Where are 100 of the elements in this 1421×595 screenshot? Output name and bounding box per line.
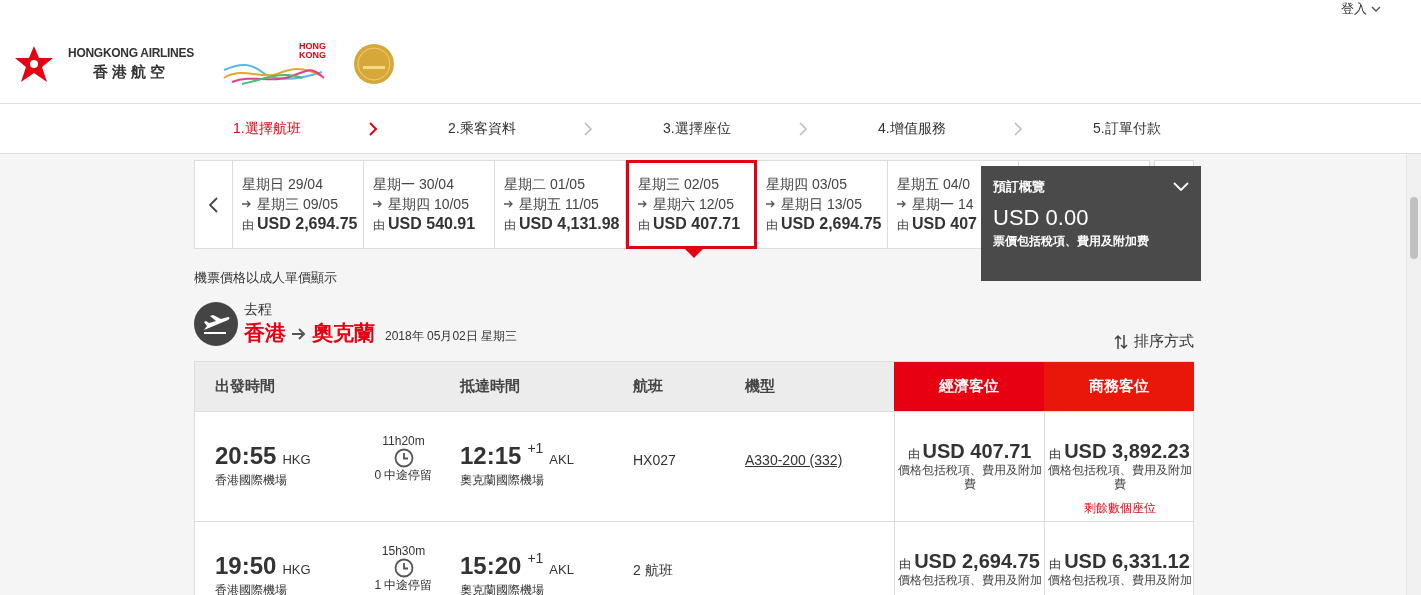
fare-note: 價格包括稅項、費用及附加 bbox=[897, 573, 1042, 587]
arrow-right-icon bbox=[242, 200, 252, 208]
from-label: 由 bbox=[373, 217, 385, 234]
from-label: 由 bbox=[1049, 446, 1062, 463]
day-offset: +1 bbox=[527, 550, 544, 566]
column-header: 機型 bbox=[743, 376, 776, 396]
return-date: 星期日 13/05 bbox=[781, 195, 862, 214]
date-price: USD 407 bbox=[912, 214, 977, 234]
from-label: 由 bbox=[1049, 556, 1062, 573]
airport-code: HKG bbox=[282, 452, 311, 467]
from-label: 由 bbox=[504, 217, 516, 234]
fare-note: 價格包括稅項、費用及附加 bbox=[1047, 573, 1192, 587]
fare-price: USD 407.71 bbox=[922, 440, 1032, 463]
price-caption: 機票價格以成人單價顯示 bbox=[194, 269, 338, 287]
arrow-right-icon bbox=[897, 200, 907, 208]
login-link[interactable]: 登入 bbox=[1341, 0, 1381, 18]
flight-number: HX027 bbox=[633, 452, 676, 468]
chevron-down-icon bbox=[1173, 182, 1189, 192]
origin-city: 香港 bbox=[244, 320, 286, 346]
column-header: 航班 bbox=[632, 376, 664, 396]
arrow-right-icon bbox=[373, 200, 383, 208]
airport-name: 奧克蘭國際機場 bbox=[460, 472, 545, 489]
from-label: 由 bbox=[899, 556, 912, 573]
step-label: 1.選擇航班 bbox=[233, 119, 302, 138]
fare-price: USD 2,694.75 bbox=[914, 550, 1040, 573]
from-label: 由 bbox=[766, 217, 778, 234]
depart-date: 星期四 03/05 bbox=[766, 175, 847, 194]
return-date: 星期四 10/05 bbox=[388, 195, 469, 214]
chevron-left-icon bbox=[209, 196, 218, 213]
stops: 1 中途停留 bbox=[374, 578, 433, 592]
from-label: 由 bbox=[907, 446, 920, 463]
previous-date-button[interactable] bbox=[194, 160, 233, 249]
fare-note: 價格包括稅項、費用及附加費 bbox=[1047, 463, 1192, 491]
sort-icon bbox=[1114, 333, 1128, 350]
depart-date: 星期五 04/0 bbox=[897, 175, 971, 194]
depart-date: 星期三 02/05 bbox=[638, 175, 719, 194]
date-cell[interactable]: 星期四 03/05 星期日 13/05 由 USD 2,694.75 bbox=[757, 160, 888, 249]
plane-takeoff-icon bbox=[194, 302, 238, 346]
depart-date: 星期二 01/05 bbox=[504, 175, 585, 194]
stops: 0 中途停留 bbox=[374, 468, 433, 482]
airport-name: 香港國際機場 bbox=[215, 582, 288, 595]
departure-time: 20:55 bbox=[215, 442, 277, 470]
scrollbar[interactable] bbox=[1406, 154, 1421, 595]
arrow-right-icon bbox=[292, 328, 306, 340]
sort-button[interactable]: 排序方式 bbox=[1114, 332, 1194, 351]
destination-city: 奧克蘭 bbox=[312, 320, 375, 346]
arrival-time: 15:20 bbox=[460, 552, 522, 580]
flower-logo-icon bbox=[14, 45, 54, 83]
fare-class-header: 商務客位 bbox=[1044, 362, 1194, 411]
from-label: 由 bbox=[242, 217, 254, 234]
aircraft-link[interactable]: A330-200 (332) bbox=[745, 452, 843, 468]
fare-cell[interactable]: 由 USD 6,331.12 價格包括稅項、費用及附加 bbox=[1044, 522, 1194, 595]
fare-note: 價格包括稅項、費用及附加費 bbox=[897, 463, 1042, 491]
departure-time: 19:50 bbox=[215, 552, 277, 580]
return-date: 星期六 12/05 bbox=[653, 195, 734, 214]
step-label: 4.增值服務 bbox=[878, 119, 947, 138]
fare-cell[interactable]: 由 USD 407.71 價格包括稅項、費用及附加費 bbox=[894, 412, 1044, 521]
arrow-right-icon bbox=[638, 200, 648, 208]
column-header: 抵達時間 bbox=[458, 376, 521, 396]
day-offset: +1 bbox=[527, 440, 544, 456]
from-label: 由 bbox=[638, 217, 650, 234]
airline-name: HONGKONG AIRLINES bbox=[68, 46, 194, 60]
arrow-right-icon bbox=[766, 200, 776, 208]
date-price: USD 4,131.98 bbox=[519, 214, 620, 234]
expand-button[interactable] bbox=[1173, 182, 1189, 192]
flight-number: 2 航班 bbox=[633, 562, 673, 578]
date-price: USD 2,694.75 bbox=[257, 214, 358, 234]
airport-code: AKL bbox=[549, 562, 574, 577]
fare-price: USD 6,331.12 bbox=[1064, 550, 1190, 573]
date-cell[interactable]: 星期日 29/04 星期三 09/05 由 USD 2,694.75 bbox=[233, 160, 364, 249]
brand-logo-text: HONG KONG bbox=[299, 42, 326, 60]
step-label: 3.選擇座位 bbox=[663, 119, 732, 138]
clock-icon bbox=[393, 558, 414, 578]
date-cell[interactable]: 星期一 30/04 星期四 10/05 由 USD 540.91 bbox=[364, 160, 495, 249]
date-cell[interactable]: 星期二 01/05 星期五 11/05 由 USD 4,131.98 bbox=[495, 160, 626, 249]
from-label: 由 bbox=[897, 217, 909, 234]
step-label: 5.訂單付款 bbox=[1093, 119, 1162, 138]
airport-name: 奧克蘭國際機場 bbox=[460, 582, 545, 595]
duration: 15h30m bbox=[381, 544, 426, 558]
fare-cell[interactable]: 由 USD 3,892.23 價格包括稅項、費用及附加費 剩餘數個座位 bbox=[1044, 412, 1194, 521]
trip-label: 去程 bbox=[244, 301, 273, 319]
date-price: USD 540.91 bbox=[388, 214, 476, 234]
duration: 11h20m bbox=[382, 434, 425, 448]
depart-date: 星期一 30/04 bbox=[373, 175, 454, 194]
chevron-icon bbox=[583, 121, 593, 136]
airport-code: HKG bbox=[282, 562, 311, 577]
return-date: 星期一 14 bbox=[912, 195, 974, 214]
airport-name: 香港國際機場 bbox=[215, 472, 288, 489]
date-price: USD 2,694.75 bbox=[781, 214, 882, 234]
chevron-icon bbox=[368, 121, 378, 136]
airport-code: AKL bbox=[549, 452, 574, 467]
depart-date: 星期日 29/04 bbox=[242, 175, 323, 194]
column-header: 出發時間 bbox=[214, 376, 276, 396]
pointer-icon bbox=[685, 249, 703, 258]
airline-name-chinese: 香港航空 bbox=[93, 63, 169, 82]
medal-icon bbox=[354, 44, 394, 84]
arrow-right-icon bbox=[504, 200, 514, 208]
return-date: 星期五 11/05 bbox=[519, 195, 599, 214]
arrival-time: 12:15 bbox=[460, 442, 522, 470]
fare-cell[interactable]: 由 USD 2,694.75 價格包括稅項、費用及附加 bbox=[894, 522, 1044, 595]
